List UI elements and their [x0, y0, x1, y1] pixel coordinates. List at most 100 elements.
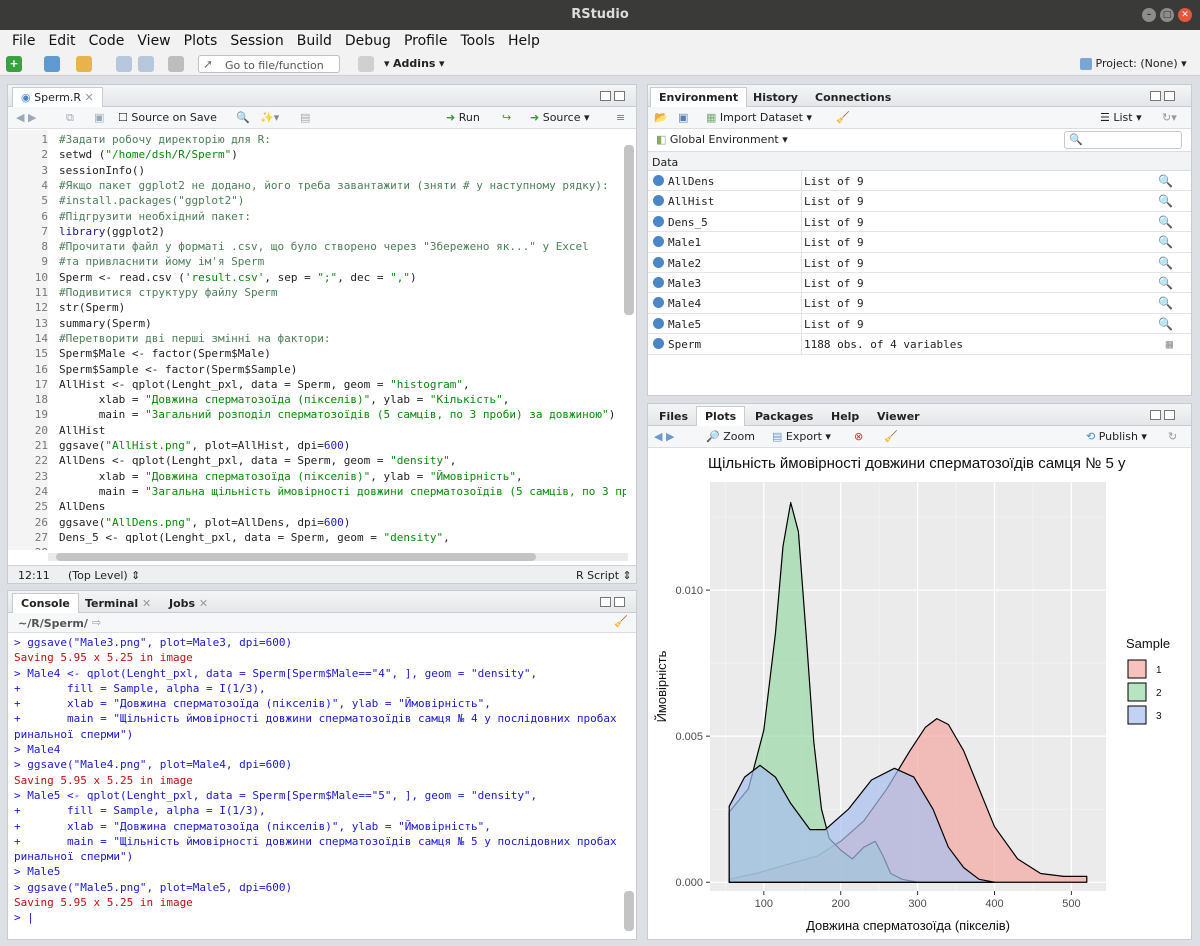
new-project-icon[interactable]	[44, 56, 60, 72]
save-workspace-icon[interactable]: ▣	[678, 111, 688, 124]
goto-dir-icon[interactable]: ⇨	[92, 616, 101, 629]
export-button[interactable]: ▤ Export ▾	[772, 430, 831, 443]
search-icon[interactable]: 🔍	[1158, 276, 1173, 290]
refresh-icon[interactable]: ↻	[1168, 430, 1177, 443]
menu-session[interactable]: Session	[230, 33, 283, 49]
expand-icon[interactable]	[653, 256, 664, 268]
refresh-icon[interactable]: ↻▾	[1162, 111, 1177, 124]
source-window-controls[interactable]	[600, 91, 630, 103]
search-icon[interactable]: 🔍	[236, 111, 250, 124]
tab-files[interactable]: Files	[650, 406, 697, 426]
expand-icon[interactable]	[653, 195, 664, 207]
env-row[interactable]: Male3 List of 9 🔍	[648, 273, 1191, 294]
search-icon[interactable]: 🔍	[1158, 194, 1173, 208]
expand-icon[interactable]	[653, 215, 664, 227]
menu-build[interactable]: Build	[297, 33, 332, 49]
addins-menu[interactable]: ▾ Addins ▾	[384, 57, 444, 70]
clear-plots-icon[interactable]: 🧹	[884, 430, 898, 443]
clear-console-icon[interactable]: 🧹	[614, 615, 628, 628]
save-all-icon[interactable]	[138, 56, 154, 72]
env-row[interactable]: Male2 List of 9 🔍	[648, 252, 1191, 273]
tab-environment[interactable]: Environment	[650, 87, 748, 107]
env-row[interactable]: AllHist List of 9 🔍	[648, 191, 1191, 212]
expand-icon[interactable]	[653, 175, 664, 186]
console-scrollbar[interactable]	[624, 891, 634, 931]
scope-selector[interactable]: (Top Level) ⇕	[68, 569, 140, 582]
menu-view[interactable]: View	[137, 33, 170, 49]
console-window-controls[interactable]	[600, 597, 630, 609]
env-row[interactable]: Male1 List of 9 🔍	[648, 232, 1191, 253]
save-icon[interactable]	[116, 56, 132, 72]
open-file-icon[interactable]	[76, 56, 92, 72]
env-row[interactable]: Dens_5 List of 9 🔍	[648, 211, 1191, 233]
tab-help[interactable]: Help	[822, 406, 868, 426]
expand-icon[interactable]	[653, 317, 664, 329]
new-file-icon[interactable]: +	[6, 56, 22, 72]
console-output[interactable]: > ggsave("Male3.png", plot=Male3, dpi=60…	[14, 635, 624, 935]
menu-file[interactable]: File	[12, 33, 35, 49]
code-editor[interactable]: 1 #Задати робочу директорію для R: 2 setwd …	[8, 130, 626, 550]
save-icon[interactable]: ▣	[94, 111, 104, 124]
publish-button[interactable]: ⟲ Publish ▾	[1086, 430, 1147, 443]
close-icon[interactable]: ✕	[1178, 8, 1192, 22]
prev-plot-icon[interactable]: ◀ ▶	[654, 430, 674, 443]
env-row[interactable]: Male5 List of 9 🔍	[648, 313, 1191, 335]
project-menu[interactable]: Project: (None) ▾	[1080, 57, 1187, 70]
expand-icon[interactable]	[653, 297, 664, 309]
tab-jobs[interactable]: Jobs ✕	[160, 593, 217, 613]
expand-icon[interactable]	[653, 277, 664, 288]
search-icon[interactable]: 🔍	[1158, 215, 1173, 229]
source-on-save-checkbox[interactable]: ☐ Source on Save	[118, 111, 217, 124]
print-icon[interactable]	[168, 56, 184, 72]
env-search-input[interactable]: 🔍	[1064, 131, 1182, 149]
load-workspace-icon[interactable]: 📂	[654, 111, 668, 124]
env-row[interactable]: Sperm 1188 obs. of 4 variables ▦	[648, 334, 1191, 355]
clear-workspace-icon[interactable]: 🧹	[836, 111, 850, 124]
plots-window-controls[interactable]	[1150, 410, 1180, 422]
compile-report-icon[interactable]: ▤	[300, 111, 310, 124]
menu-plots[interactable]: Plots	[184, 33, 218, 49]
search-icon[interactable]: 🔍	[1158, 235, 1173, 249]
table-view-icon[interactable]: ▦	[1166, 337, 1173, 351]
scope-dropdown[interactable]: ◧ Global Environment ▾	[656, 133, 788, 146]
maximize-icon[interactable]: □	[1160, 8, 1174, 22]
search-icon[interactable]: 🔍	[1158, 317, 1173, 331]
tab-history[interactable]: History	[744, 87, 807, 107]
tab-plots[interactable]: Plots	[696, 406, 746, 426]
tab-connections[interactable]: Connections	[806, 87, 900, 107]
tab-terminal[interactable]: Terminal ✕	[76, 593, 160, 613]
outline-icon[interactable]: ≡	[616, 111, 625, 124]
menu-debug[interactable]: Debug	[345, 33, 391, 49]
search-icon[interactable]: 🔍	[1158, 256, 1173, 270]
code-tools-icon[interactable]: ✨▾	[260, 111, 279, 124]
menu-edit[interactable]: Edit	[48, 33, 75, 49]
remove-plot-icon[interactable]: ⊗	[854, 430, 863, 443]
search-icon[interactable]: 🔍	[1158, 174, 1173, 188]
tab-console[interactable]: Console	[12, 593, 79, 613]
back-icon[interactable]: ◀ ▶	[16, 111, 36, 124]
rerun-icon[interactable]: ↪	[502, 111, 511, 124]
minimize-icon[interactable]: –	[1142, 8, 1156, 22]
env-row[interactable]: AllDens List of 9 🔍	[648, 171, 1191, 192]
search-icon[interactable]: 🔍	[1158, 296, 1173, 310]
show-in-window-icon[interactable]: ⧉	[66, 111, 74, 125]
view-mode-button[interactable]: ☰ List ▾	[1100, 111, 1142, 124]
import-dataset-button[interactable]: ▦ Import Dataset ▾	[706, 111, 812, 124]
run-button[interactable]: ➜ Run	[446, 111, 480, 124]
file-type-selector[interactable]: R Script ⇕	[576, 569, 632, 582]
goto-file-input[interactable]: ➚ Go to file/function	[198, 55, 340, 73]
editor-hscrollbar[interactable]	[48, 553, 628, 561]
close-tab-icon[interactable]: ✕	[85, 91, 94, 104]
editor-scrollbar[interactable]	[624, 145, 634, 315]
expand-icon[interactable]	[653, 338, 664, 350]
source-button[interactable]: ➜ Source ▾	[530, 111, 590, 124]
menu-profile[interactable]: Profile	[404, 33, 448, 49]
close-tab-icon[interactable]: ✕	[199, 597, 208, 610]
menu-tools[interactable]: Tools	[460, 33, 495, 49]
grid-layout-icon[interactable]	[358, 56, 374, 72]
expand-icon[interactable]	[653, 236, 664, 248]
env-row[interactable]: Male4 List of 9 🔍	[648, 293, 1191, 314]
tab-sperm-r[interactable]: ◉ Sperm.R ✕	[12, 87, 103, 107]
tab-viewer[interactable]: Viewer	[868, 406, 929, 426]
close-tab-icon[interactable]: ✕	[142, 597, 151, 610]
